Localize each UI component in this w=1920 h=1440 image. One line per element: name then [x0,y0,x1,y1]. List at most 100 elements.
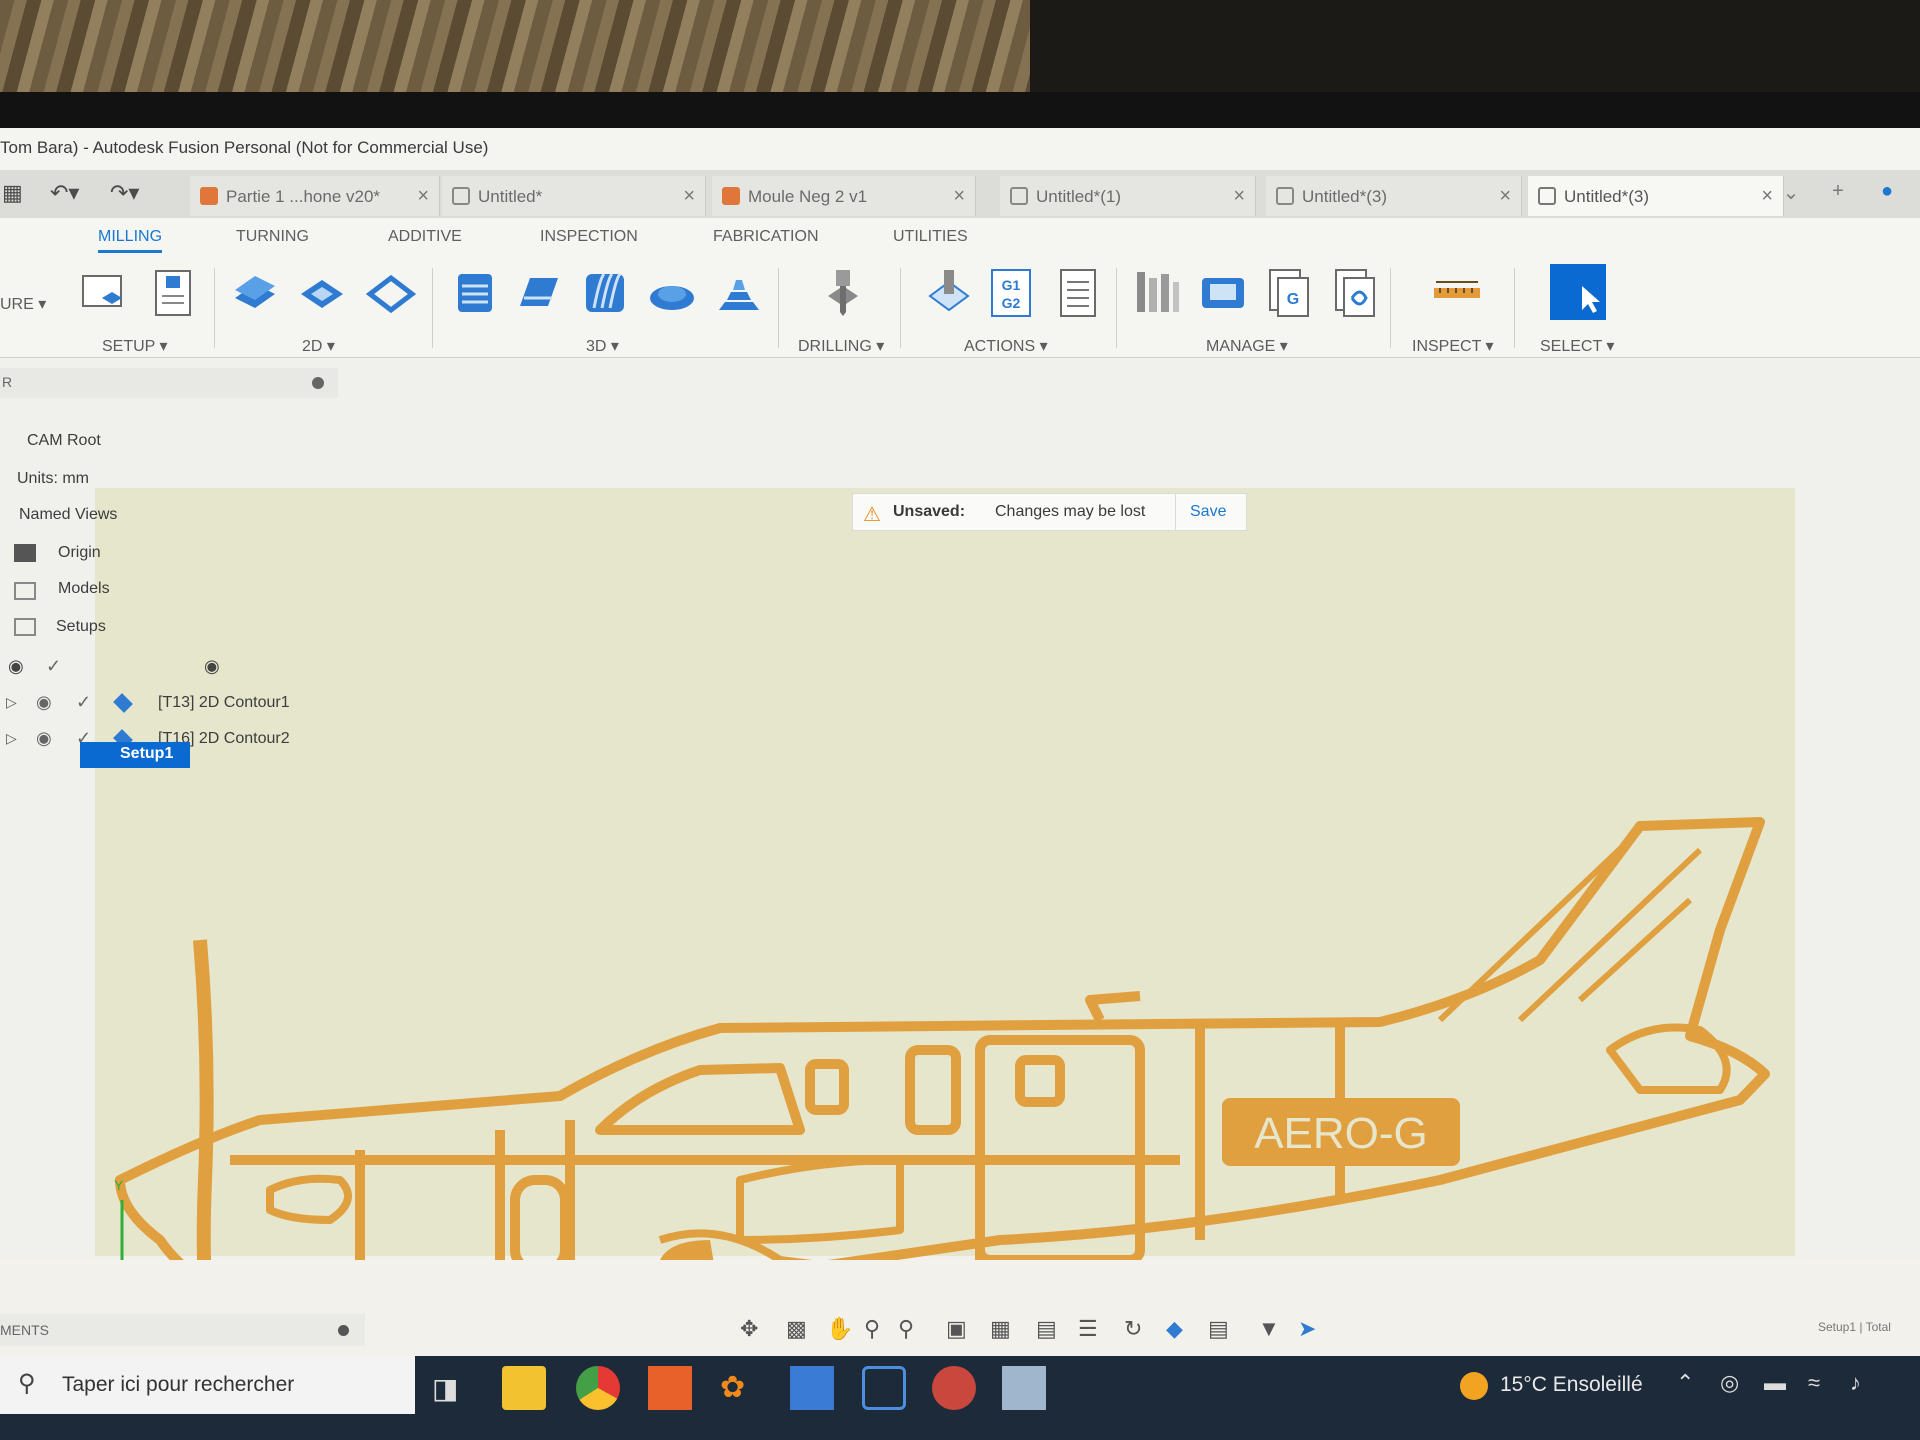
tool-library-icon[interactable] [1133,268,1183,318]
3d-radial-icon[interactable] [647,268,697,318]
check-icon[interactable]: ✓ [76,692,91,713]
eye-icon[interactable]: ◉ [36,692,52,713]
blender-icon[interactable]: ✿ [720,1366,764,1410]
simulate-icon[interactable] [924,268,974,318]
battery-icon[interactable]: ▬ [1764,1370,1786,1396]
tab-fabrication[interactable]: FABRICATION [713,228,819,246]
2d-contour-icon[interactable] [366,268,416,318]
doc-tab-untitled-1[interactable]: Untitled*(1) × [1000,176,1256,216]
new-setup-icon[interactable] [80,268,130,318]
fusion-icon[interactable] [648,1366,692,1410]
account-icon[interactable]: ● [1872,180,1902,208]
doc-tab-untitled[interactable]: Untitled* × [442,176,706,216]
setup-sheet-icon[interactable] [148,268,198,318]
tab-inspection[interactable]: INSPECTION [540,228,638,246]
browser-setups[interactable]: Setups [56,618,106,636]
doc-tab-untitled-3b[interactable]: Untitled*(3) × [1528,176,1784,216]
group-inspect[interactable]: INSPECT ▾ [1412,336,1494,356]
stock-icon[interactable]: ◆ [1166,1316,1183,1342]
doc-tab-partie1[interactable]: Partie 1 ...hone v20* × [190,176,440,216]
screen-icon[interactable]: ▤ [1208,1316,1229,1342]
close-icon[interactable]: × [1233,185,1245,208]
machine-library-icon[interactable] [1198,268,1248,318]
app-window-icon[interactable] [1002,1366,1046,1410]
2d-pocket-icon[interactable] [297,268,347,318]
taskbar-search[interactable]: ⚲ Taper ici pour rechercher [0,1356,415,1414]
new-tab-icon[interactable]: + [1823,180,1853,208]
drill-icon[interactable] [818,268,868,318]
grid-icon[interactable]: ▦ [990,1316,1011,1342]
look-at-icon[interactable]: ▩ [786,1316,807,1342]
close-icon[interactable]: × [1761,185,1773,208]
group-select[interactable]: SELECT ▾ [1540,336,1614,356]
viewports-icon[interactable]: ▤ [1036,1316,1057,1342]
calculator-icon[interactable] [790,1366,834,1410]
tab-milling[interactable]: MILLING [98,228,163,253]
close-icon[interactable]: × [417,185,429,208]
tool-icon[interactable]: ▼ [1258,1316,1280,1342]
measure-icon[interactable] [1432,268,1482,318]
network-icon[interactable]: ◎ [1720,1370,1739,1396]
eye-icon[interactable]: ◉ [36,728,52,749]
browser-models[interactable]: Models [58,580,110,598]
group-2d[interactable]: 2D ▾ [302,336,335,356]
browser-named-views[interactable]: Named Views [19,506,117,524]
template-library-icon[interactable] [1330,268,1380,318]
chrome-icon[interactable] [576,1366,620,1410]
eye-icon[interactable]: ◉ [8,656,24,677]
data-panel-icon[interactable]: ▦ [2,180,23,206]
browser-op-contour1[interactable]: [T13] 2D Contour1 [158,694,290,712]
refresh-icon[interactable]: ↻ [1124,1316,1142,1342]
tab-turning[interactable]: TURNING [236,228,309,246]
post-process-icon[interactable]: G1G2 [986,268,1036,318]
file-explorer-icon[interactable] [502,1366,546,1410]
3d-adaptive-icon[interactable] [450,268,500,318]
browser-setup1[interactable]: Setup1 [80,742,190,768]
app-red-icon[interactable] [932,1366,976,1410]
undo-icon[interactable]: ↶▾ [50,180,79,206]
browser-cam-root[interactable]: CAM Root [27,432,101,450]
redo-icon[interactable]: ↷▾ [110,180,139,206]
display-settings-icon[interactable]: ▣ [946,1316,967,1342]
wifi-icon[interactable]: ≈ [1808,1370,1820,1396]
simulation-icon[interactable]: ➤ [1298,1316,1316,1342]
post-library-icon[interactable]: G [1264,268,1314,318]
3d-parallel-icon[interactable] [580,268,630,318]
workspace-selector[interactable]: URE ▾ [0,294,46,314]
tray-chevron-icon[interactable]: ⌃ [1676,1370,1694,1396]
weather-text[interactable]: 15°C Ensoleillé [1500,1373,1643,1397]
3d-pocket-icon[interactable] [514,268,564,318]
check-icon[interactable]: ✓ [46,656,61,677]
group-manage[interactable]: MANAGE ▾ [1206,336,1288,356]
setup-sheet-doc-icon[interactable] [1053,268,1103,318]
close-icon[interactable]: × [1499,185,1511,208]
close-icon[interactable]: × [683,185,695,208]
select-icon[interactable] [1548,262,1608,322]
tab-utilities[interactable]: UTILITIES [893,228,968,246]
expand-icon[interactable]: ▷ [6,694,17,711]
expand-icon[interactable]: ▷ [6,730,17,747]
task-view-icon[interactable]: ◨ [432,1366,476,1410]
layers-icon[interactable]: ☰ [1078,1316,1098,1342]
pan-icon[interactable]: ✋ [826,1316,853,1342]
browser-origin[interactable]: Origin [58,544,101,562]
group-3d[interactable]: 3D ▾ [586,336,619,356]
app-c-icon[interactable] [862,1366,906,1410]
close-icon[interactable]: × [953,185,965,208]
doc-tab-moule-neg[interactable]: Moule Neg 2 v1 × [712,176,976,216]
tab-overflow-icon[interactable]: ⌄ [1776,180,1806,208]
doc-tab-untitled-3a[interactable]: Untitled*(3) × [1266,176,1522,216]
group-setup[interactable]: SETUP ▾ [102,336,168,356]
browser-units[interactable]: Units: mm [17,470,89,488]
pin-icon[interactable] [312,377,324,389]
activate-icon[interactable]: ◉ [204,656,220,677]
volume-icon[interactable]: ♪ [1850,1370,1861,1396]
3d-contour-icon[interactable] [713,268,763,318]
group-actions[interactable]: ACTIONS ▾ [964,336,1048,356]
save-button[interactable]: Save [1175,494,1247,530]
tab-additive[interactable]: ADDITIVE [388,228,462,246]
2d-adaptive-icon[interactable] [230,268,280,318]
fit-icon[interactable]: ⚲ [898,1316,914,1342]
zoom-icon[interactable]: ⚲ [864,1316,880,1342]
orbit-icon[interactable]: ✥ [740,1316,758,1342]
